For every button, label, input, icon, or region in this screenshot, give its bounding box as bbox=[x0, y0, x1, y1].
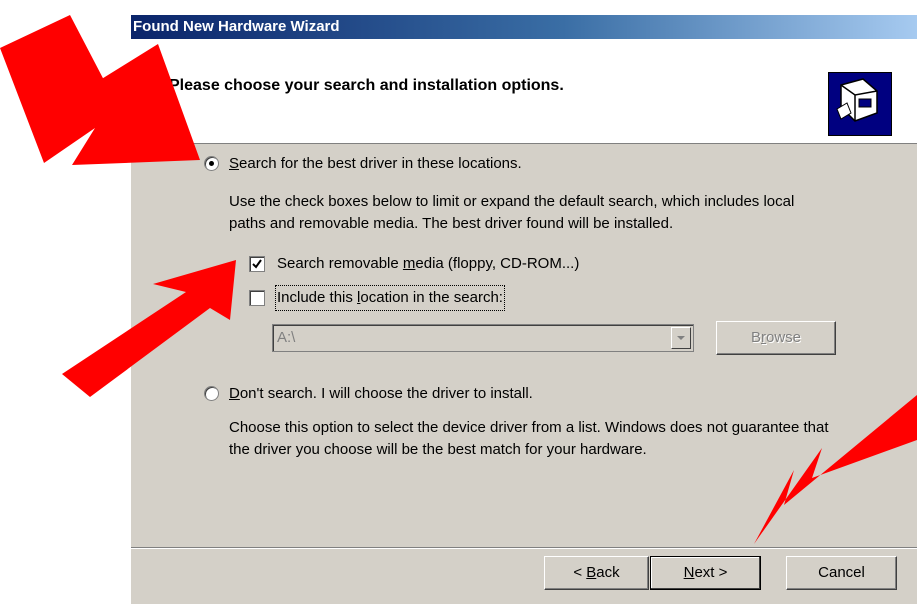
red-annotation-arrow-bottom bbox=[754, 395, 917, 544]
red-annotation-arrow-top bbox=[0, 15, 200, 165]
red-annotation-arrow-middle bbox=[62, 260, 236, 397]
annotation-overlay bbox=[0, 15, 917, 544]
